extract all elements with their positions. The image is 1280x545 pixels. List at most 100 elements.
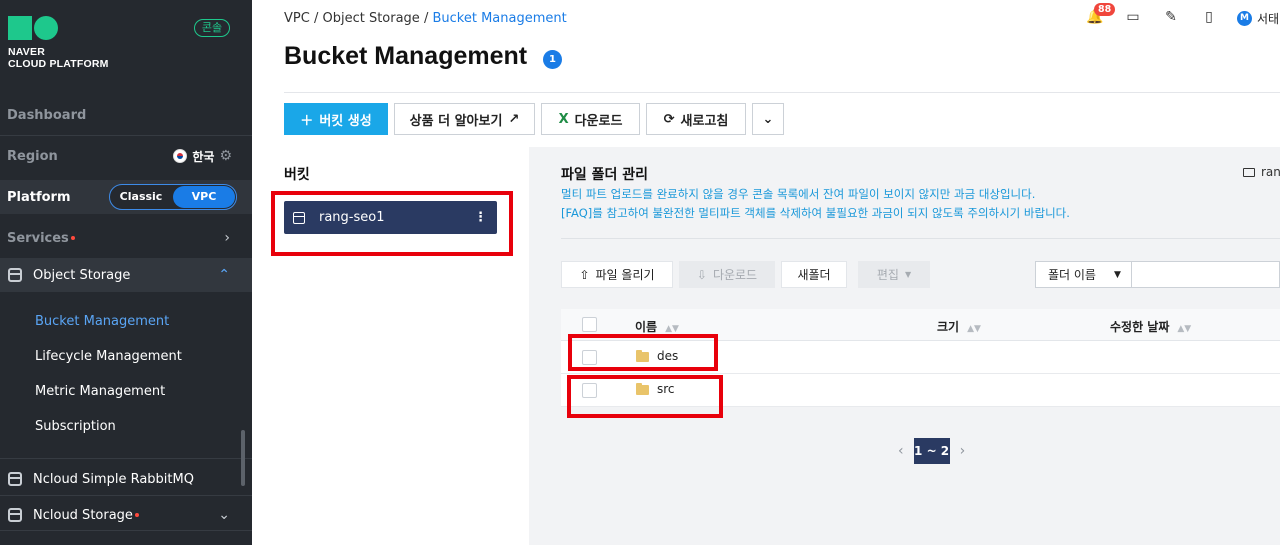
refresh-label: 새로고침 — [680, 113, 729, 129]
breadcrumb-vpc[interactable]: VPC — [284, 11, 310, 26]
user-menu[interactable]: M 서태 — [1237, 10, 1279, 27]
new-folder-button[interactable]: 새폴더 — [781, 261, 847, 288]
storage-icon — [8, 268, 22, 282]
column-size[interactable]: 크기 ▲▼ — [937, 318, 981, 335]
new-indicator-dot — [70, 236, 75, 240]
sidebar-subitem-lifecycle-management[interactable]: Lifecycle Management — [35, 349, 182, 364]
chat-icon[interactable]: ▭ — [1123, 9, 1143, 27]
sidebar-item-ncloud-storage[interactable]: Ncloud Storage ⌄ — [0, 504, 252, 526]
chevron-right-icon: › — [224, 230, 230, 246]
upload-file-button[interactable]: ⇧ 파일 올리기 — [561, 261, 673, 288]
prev-page-icon[interactable]: ‹ — [898, 443, 904, 459]
sidebar-item-object-storage[interactable]: Object Storage ⌃ — [0, 258, 252, 292]
edit-note-icon[interactable]: ✎ — [1161, 9, 1181, 27]
file-panel-title: 파일 폴더 관리 — [561, 167, 649, 183]
caret-down-icon: ▼ — [1113, 269, 1121, 280]
edit-button[interactable]: 편집 ▼ — [858, 261, 930, 288]
ncloud-storage-label: Ncloud Storage — [33, 507, 133, 523]
gear-icon[interactable]: ⚙ — [219, 148, 232, 164]
header-icons: 🔔 88 ▭ ✎ ▯ M 서태 — [1085, 3, 1279, 27]
rabbitmq-icon — [8, 472, 22, 486]
chevron-down-icon: ⌄ — [218, 507, 230, 523]
region-row: Region 한국 ⚙ — [0, 145, 252, 167]
download-label: 다운로드 — [574, 113, 623, 129]
learn-more-button[interactable]: 상품 더 알아보기 ↗ — [394, 103, 535, 135]
upload-icon: ⇧ — [579, 267, 590, 282]
platform-toggle[interactable]: Classic VPC — [109, 184, 237, 210]
billing-note-2[interactable]: [FAQ]를 참고하여 불완전한 멀티파트 객체를 삭제하여 불필요한 과금이 … — [561, 205, 1070, 221]
sidebar-divider — [0, 530, 252, 531]
sidebar-subitem-bucket-management[interactable]: Bucket Management — [35, 314, 169, 329]
sort-icon: ▲▼ — [1177, 324, 1192, 334]
search-type-label: 폴더 이름 — [1048, 268, 1096, 282]
sidebar-subitem-metric-management[interactable]: Metric Management — [35, 384, 165, 399]
create-bucket-label: 버킷 생성 — [319, 113, 372, 129]
toolbar: ＋ 버킷 생성 상품 더 알아보기 ↗ X 다운로드 ⟳ 새로고침 ⌄ — [284, 103, 784, 135]
dashboard-label: Dashboard — [7, 107, 87, 123]
new-indicator-dot — [134, 513, 139, 517]
download-icon: ⇩ — [696, 267, 707, 282]
region-value: 한국 — [192, 149, 215, 164]
highlight-box-src — [567, 375, 723, 418]
logo-line1: NAVER — [8, 46, 45, 58]
region-label: Region — [7, 148, 58, 164]
search-input[interactable] — [1132, 261, 1280, 288]
external-link-icon: ↗ — [508, 111, 520, 127]
select-all-checkbox[interactable] — [582, 317, 597, 332]
chevron-up-icon: ⌃ — [218, 267, 230, 283]
search-type-select[interactable]: 폴더 이름 ▼ — [1035, 261, 1132, 288]
header-divider — [284, 92, 1280, 93]
sort-icon: ▲▼ — [665, 324, 679, 334]
more-options-button[interactable]: ⌄ — [752, 103, 784, 135]
column-modified-label: 수정한 날짜 — [1110, 320, 1170, 334]
file-panel-divider — [561, 238, 1280, 239]
sidebar: NAVER CLOUD PLATFORM 콘솔 Dashboard Region… — [0, 0, 252, 545]
user-name: 서태 — [1257, 11, 1280, 26]
breadcrumb-object-storage[interactable]: Object Storage — [322, 11, 419, 26]
column-size-label: 크기 — [937, 320, 960, 334]
platform-option-classic[interactable]: Classic — [110, 186, 172, 208]
logo-mark-icon — [8, 16, 109, 40]
bucket-count-badge: 1 — [543, 50, 562, 69]
next-page-icon[interactable]: › — [960, 443, 966, 459]
download-file-button[interactable]: ⇩ 다운로드 — [679, 261, 775, 288]
sidebar-divider — [0, 495, 252, 496]
download-button[interactable]: X 다운로드 — [541, 103, 640, 135]
breadcrumb-current: Bucket Management — [432, 11, 567, 26]
naver-cloud-logo[interactable]: NAVER CLOUD PLATFORM — [8, 16, 109, 70]
platform-option-vpc[interactable]: VPC — [173, 186, 235, 208]
highlight-box-bucket — [271, 191, 513, 256]
current-path-label: rang — [1261, 165, 1280, 179]
create-bucket-button[interactable]: ＋ 버킷 생성 — [284, 103, 388, 135]
book-icon[interactable]: ▯ — [1199, 9, 1219, 27]
bucket-panel-title: 버킷 — [284, 167, 310, 183]
logo-line2: CLOUD PLATFORM — [8, 58, 109, 70]
bell-icon[interactable]: 🔔 88 — [1085, 3, 1116, 27]
avatar: M — [1237, 10, 1252, 26]
sidebar-item-rabbitmq[interactable]: Ncloud Simple RabbitMQ — [0, 468, 252, 490]
current-page[interactable]: 1 ~ 2 — [913, 438, 950, 464]
sidebar-item-dashboard[interactable]: Dashboard — [0, 104, 252, 126]
platform-row: Platform Classic VPC — [0, 180, 252, 214]
column-name[interactable]: 이름 ▲▼ — [635, 318, 679, 335]
sidebar-item-services[interactable]: Services › — [0, 227, 252, 249]
object-storage-label: Object Storage — [33, 267, 131, 283]
platform-label: Platform — [7, 189, 71, 205]
download-file-label: 다운로드 — [712, 268, 758, 282]
upload-file-label: 파일 올리기 — [595, 268, 655, 282]
column-name-label: 이름 — [635, 320, 658, 334]
refresh-button[interactable]: ⟳ 새로고침 — [646, 103, 746, 135]
sidebar-divider — [0, 458, 252, 459]
sidebar-subitem-subscription[interactable]: Subscription — [35, 419, 116, 434]
edit-label: 편집 — [876, 268, 899, 282]
sidebar-scrollbar[interactable] — [241, 430, 245, 486]
pagination: ‹ 1 ~ 2 › — [898, 438, 965, 464]
folder-outline-icon — [1243, 167, 1255, 177]
services-label: Services — [7, 230, 69, 246]
billing-note-1: 멀티 파트 업로드를 완료하지 않을 경우 콘솔 목록에서 잔여 파일이 보이지… — [561, 187, 1036, 201]
region-selector[interactable]: 한국 ⚙ — [173, 148, 232, 165]
column-modified[interactable]: 수정한 날짜 ▲▼ — [1110, 318, 1191, 335]
current-path: rang — [1243, 165, 1280, 179]
console-badge[interactable]: 콘솔 — [194, 19, 230, 37]
breadcrumb: VPC / Object Storage / Bucket Management — [284, 11, 567, 26]
